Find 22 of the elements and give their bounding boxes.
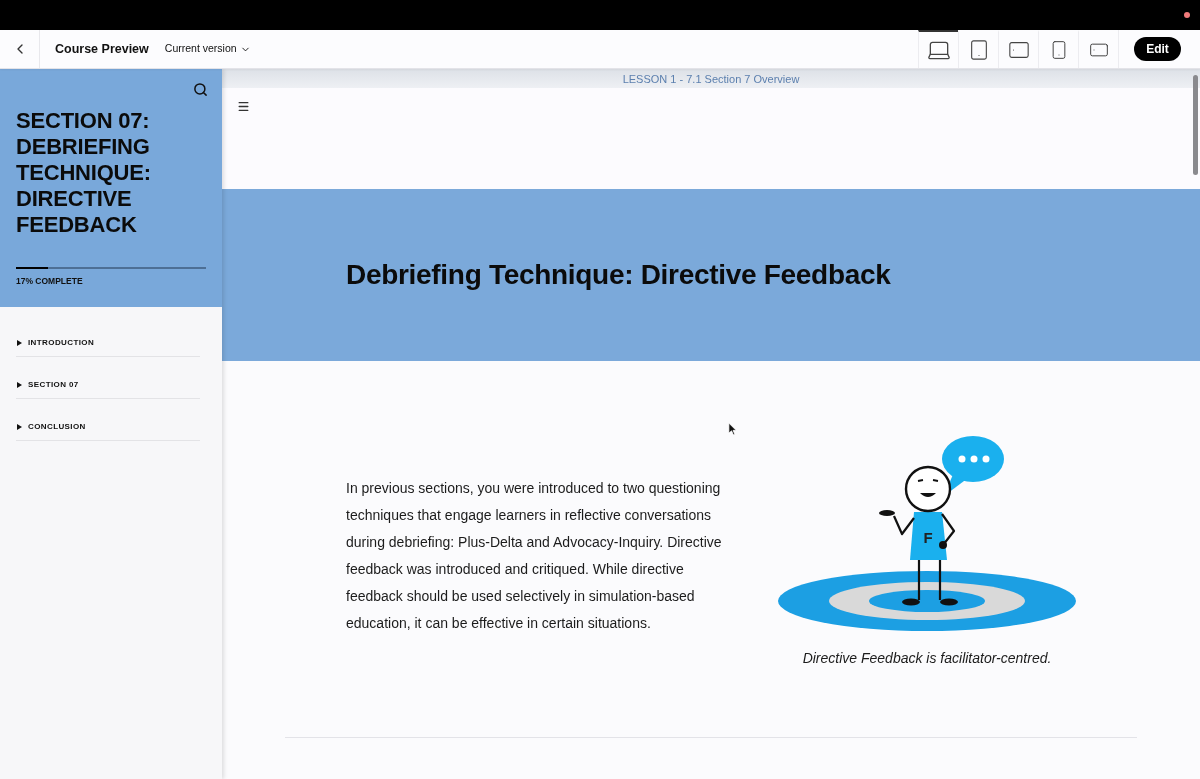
outline-item[interactable]: SECTION 07 [16, 357, 200, 399]
section-title: SECTION 07: DEBRIEFING TECHNIQUE: DIRECTIVE FEEDBACK [16, 108, 152, 238]
outline-item-label: SECTION 07 [28, 378, 79, 391]
search-icon[interactable] [193, 82, 208, 97]
outline-item-label: INTRODUCTION [28, 336, 95, 349]
device-preview-tab[interactable] [918, 30, 958, 68]
outline-item[interactable]: CONCLUSION [16, 399, 200, 441]
mouse-pointer-icon [728, 422, 737, 436]
shirt-letter: F [923, 529, 933, 546]
outline-item[interactable]: INTRODUCTION [16, 315, 200, 357]
version-dropdown[interactable]: Current version [164, 41, 251, 57]
outline-item-label: CONCLUSION [28, 420, 86, 433]
tablet-landscape-icon [1006, 39, 1031, 61]
scrollbar-thumb[interactable] [1193, 75, 1198, 175]
lesson-title: Debriefing Technique: Directive Feedback [346, 258, 891, 292]
progress-label: 17% COMPLETE [16, 275, 84, 288]
menu-icon[interactable] [237, 100, 250, 113]
figure-caption: Directive Feedback is facilitator-centred. [802, 649, 1052, 668]
lesson-breadcrumb: LESSON 1 - 7.1 Section 7 Overview [622, 72, 800, 85]
edit-button[interactable]: Edit [1134, 37, 1181, 61]
page-title: Course Preview [55, 40, 149, 58]
lesson-paragraph: In previous sections, you were introduced to two questioning techniques that engage learners in reflective conversations during debriefing: Plus-Delta and Advocacy-Inquiry. Directive feedback was introduced and critiqued. While directive feedback should be used selectively in simulation-based education, it can be effective in certain situations. [346, 479, 723, 633]
